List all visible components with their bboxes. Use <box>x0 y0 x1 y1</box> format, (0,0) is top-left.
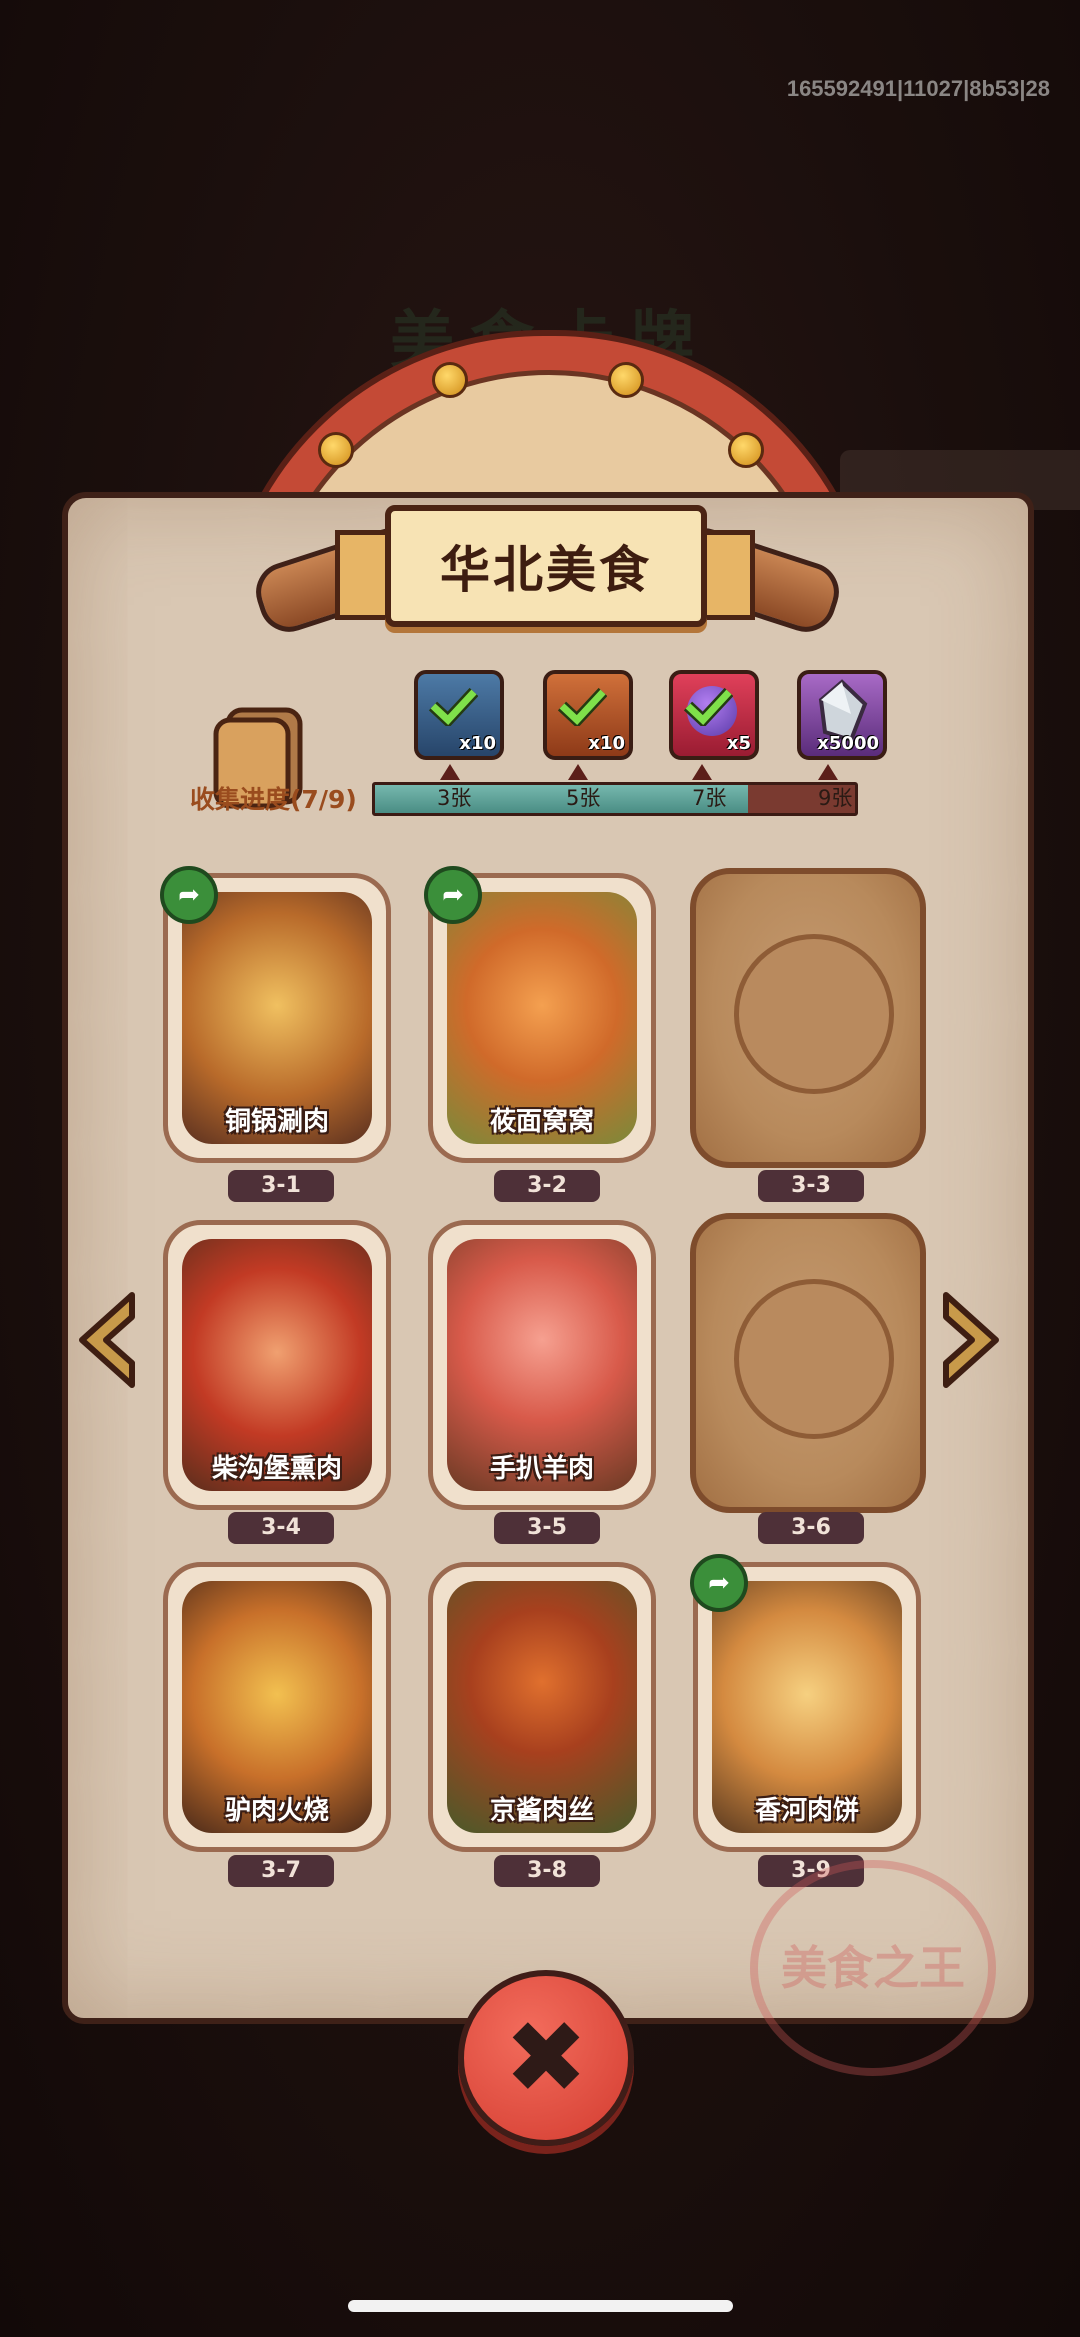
card-name: 京酱肉丝 <box>489 1796 594 1826</box>
locked-medal-icon <box>734 1279 894 1439</box>
title-banner: 华北美食 <box>385 505 707 627</box>
rivet-icon <box>608 362 644 398</box>
game-screen: 165592491|11027|8b53|28 美食卡牌 华北美食 收集进度(7… <box>0 0 1080 2337</box>
card-number: 3-3 <box>758 1170 864 1202</box>
milestone-marker <box>440 764 460 780</box>
card-name: 柴沟堡熏肉 <box>211 1454 342 1484</box>
card-number: 3-7 <box>228 1855 334 1887</box>
debug-id: 165592491|11027|8b53|28 <box>786 76 1050 101</box>
rivet-icon <box>432 362 468 398</box>
rivet-icon <box>318 432 354 468</box>
share-icon[interactable]: ➦ <box>424 866 482 924</box>
card-number: 3-1 <box>228 1170 334 1202</box>
card-name: 手扒羊肉 <box>489 1454 594 1484</box>
close-icon: ✖ <box>504 1999 588 2116</box>
milestone-label: 5张 <box>566 786 601 810</box>
food-card[interactable]: 驴肉火烧 <box>163 1562 391 1852</box>
card-name: 驴肉火烧 <box>224 1796 329 1826</box>
reward-quantity: x5 <box>726 733 751 754</box>
check-icon <box>683 687 733 726</box>
milestone-marker <box>818 764 838 780</box>
food-card[interactable]: 京酱肉丝 <box>428 1562 656 1852</box>
previous-page-arrow-icon[interactable] <box>70 1285 140 1395</box>
card-name: 莜面窝窝 <box>489 1107 594 1137</box>
food-card[interactable]: 手扒羊肉 <box>428 1220 656 1510</box>
rivet-icon <box>728 432 764 468</box>
reward-quantity: x10 <box>459 733 496 754</box>
seal-stamp: 美食之王 <box>750 1860 996 2076</box>
card-number: 3-2 <box>494 1170 600 1202</box>
reward-hammer-tool[interactable]: x10 <box>414 670 504 760</box>
collection-progress-label: 收集进度(7/9) <box>190 785 357 814</box>
card-number: 3-4 <box>228 1512 334 1544</box>
reward-wrench-tool[interactable]: x10 <box>543 670 633 760</box>
card-name: 香河肉饼 <box>754 1796 859 1826</box>
check-icon <box>428 687 478 726</box>
milestone-label: 7张 <box>692 786 727 810</box>
reward-purple-orb[interactable]: x5 <box>669 670 759 760</box>
reward-quantity: x10 <box>588 733 625 754</box>
reward-quantity: x5000 <box>817 733 879 754</box>
locked-card[interactable] <box>690 1213 926 1513</box>
milestone-label: 9张 <box>818 786 853 810</box>
milestone-marker <box>692 764 712 780</box>
card-number: 3-5 <box>494 1512 600 1544</box>
next-page-arrow-icon[interactable] <box>938 1285 1008 1395</box>
close-button[interactable]: ✖ <box>458 1970 634 2146</box>
page-title: 华北美食 <box>440 541 652 599</box>
reward-crystal-gem[interactable]: x5000 <box>797 670 887 760</box>
share-icon[interactable]: ➦ <box>160 866 218 924</box>
milestone-label: 3张 <box>437 786 472 810</box>
milestone-marker <box>568 764 588 780</box>
share-icon[interactable]: ➦ <box>690 1554 748 1612</box>
card-number: 3-6 <box>758 1512 864 1544</box>
card-number: 3-8 <box>494 1855 600 1887</box>
card-name: 铜锅涮肉 <box>224 1107 329 1137</box>
locked-card[interactable] <box>690 868 926 1168</box>
check-icon <box>557 687 607 726</box>
home-indicator[interactable] <box>348 2300 733 2312</box>
locked-medal-icon <box>734 934 894 1094</box>
food-card[interactable]: 柴沟堡熏肉 <box>163 1220 391 1510</box>
